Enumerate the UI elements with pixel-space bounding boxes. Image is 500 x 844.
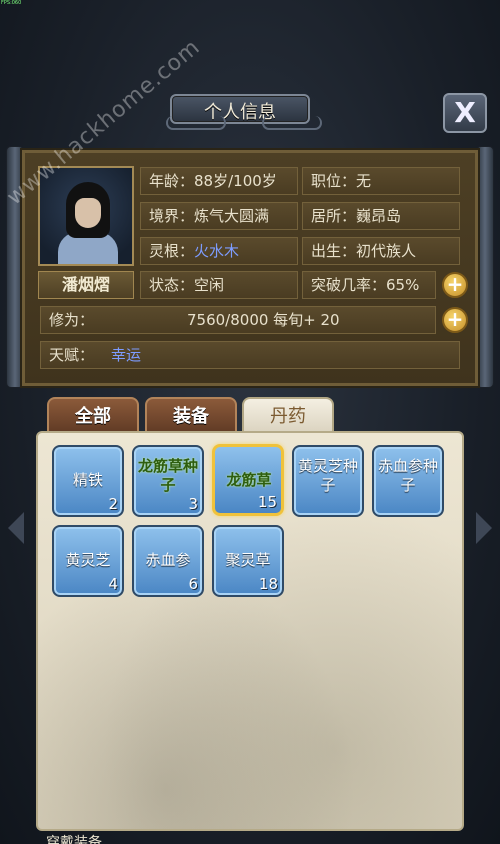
tab-pills[interactable]: 丹药 — [242, 397, 334, 435]
item-count: 2 — [108, 495, 118, 513]
character-portrait — [38, 166, 134, 266]
tab-all[interactable]: 全部 — [47, 397, 139, 435]
item-count: 6 — [188, 575, 198, 593]
root-label: 灵根： — [149, 242, 195, 260]
cloud-ornament-right — [262, 116, 322, 130]
realm-field: 境界：炼气大圆满 — [140, 202, 298, 230]
cultivation-value: 7560/8000 每旬+ 20 — [187, 311, 340, 329]
cloud-ornament-left — [166, 116, 226, 130]
item-count: 18 — [258, 575, 278, 593]
item-name: 龙筋草 — [226, 471, 272, 489]
birth-label: 出生： — [311, 242, 357, 260]
position-label: 职位： — [311, 172, 357, 190]
birth-field: 出生：初代族人 — [302, 237, 460, 265]
page-left-arrow[interactable] — [8, 512, 24, 544]
cultivation-plus-button[interactable]: + — [442, 307, 468, 333]
cultivation-label: 修为： — [49, 311, 95, 329]
item-name: 黄灵芝种子 — [297, 457, 358, 494]
breakthrough-field: 突破几率：65% — [302, 271, 436, 299]
talent-field: 天赋： 幸运 — [40, 341, 460, 369]
item-slot[interactable]: 赤血参 6 — [132, 525, 204, 597]
talent-label: 天赋： — [49, 346, 95, 364]
status-label: 状态： — [149, 276, 195, 294]
breakthrough-label: 突破几率： — [311, 276, 387, 294]
item-name: 精铁 — [72, 471, 103, 489]
status-value: 空闲 — [194, 276, 225, 294]
item-slot[interactable]: 黄灵芝种子 — [292, 445, 364, 517]
character-name: 潘烟熠 — [38, 271, 134, 299]
position-field: 职位：无 — [302, 167, 460, 195]
item-count: 3 — [188, 495, 198, 513]
item-name: 龙筋草种子 — [137, 457, 198, 494]
item-slot[interactable]: 赤血参种子 — [372, 445, 444, 517]
item-name: 赤血参种子 — [377, 457, 438, 494]
root-value: 火水木 — [194, 242, 240, 260]
item-name: 黄灵芝 — [65, 551, 111, 569]
residence-field: 居所：巍昂岛 — [302, 202, 460, 230]
equip-hint: 穿戴装备 — [46, 835, 102, 844]
page-right-arrow[interactable] — [476, 512, 492, 544]
residence-value: 巍昂岛 — [356, 207, 402, 225]
scroll-rod-right — [476, 146, 494, 388]
age-field: 年龄：88岁/100岁 — [140, 167, 298, 195]
cultivation-field: 修为： 7560/8000 每旬+ 20 — [40, 306, 436, 334]
root-field: 灵根：火水木 — [140, 237, 298, 265]
item-slot[interactable]: 精铁 2 — [52, 445, 124, 517]
item-count: 4 — [108, 575, 118, 593]
close-button[interactable]: X — [443, 93, 487, 133]
age-label: 年龄： — [149, 172, 195, 190]
item-slot-selected[interactable]: 龙筋草 15 — [212, 444, 284, 516]
breakthrough-plus-button[interactable]: + — [442, 272, 468, 298]
position-value: 无 — [356, 172, 372, 190]
talent-value: 幸运 — [111, 346, 142, 364]
item-slot[interactable]: 聚灵草 18 — [212, 525, 284, 597]
item-slot[interactable]: 龙筋草种子 3 — [132, 445, 204, 517]
item-name: 赤血参 — [145, 551, 191, 569]
realm-value: 炼气大圆满 — [194, 207, 270, 225]
tab-equipment[interactable]: 装备 — [145, 397, 237, 435]
breakthrough-value: 65% — [386, 276, 420, 294]
realm-label: 境界： — [149, 207, 195, 225]
item-name: 聚灵草 — [225, 551, 271, 569]
item-count: 15 — [257, 493, 277, 511]
status-field: 状态：空闲 — [140, 271, 298, 299]
birth-value: 初代族人 — [356, 242, 417, 260]
fps-counter: FPS:060 — [1, 0, 22, 6]
age-value: 88岁/100岁 — [194, 172, 277, 190]
residence-label: 居所： — [311, 207, 357, 225]
item-slot[interactable]: 黄灵芝 4 — [52, 525, 124, 597]
